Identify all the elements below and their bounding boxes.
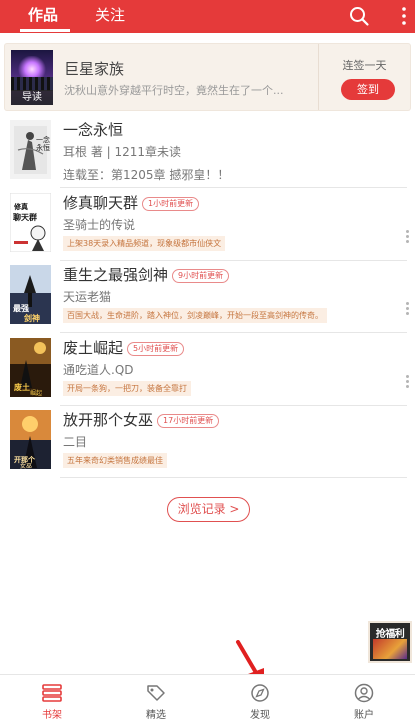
tab-following[interactable]: 关注 [95,0,125,33]
floating-promo-badge[interactable]: 抢福利 [368,621,412,663]
nav-discover[interactable]: 发现 [208,675,312,720]
book-title: 放开那个女巫 17小时前更新 [63,409,220,430]
svg-text:永恒: 永恒 [36,143,50,152]
tag-icon [147,685,165,701]
update-badge: 17小时前更新 [157,414,220,428]
book-promo: 开局一条狗，一把刀，装备全靠打 [63,381,191,396]
search-icon[interactable] [348,5,370,27]
book-cover[interactable]: 废土 崛起 [10,338,51,397]
nav-label: 发现 [250,710,270,720]
svg-text:废土: 废土 [14,382,30,392]
browse-history-button[interactable]: 浏览记录 > [167,497,250,522]
featured-book-banner[interactable]: 导读 巨星家族 沈秋山意外穿越平行时空，竟然生在了一个... 连签一天 签到 [5,44,410,110]
book-cover[interactable]: 最强 剑神 [10,265,51,324]
book-cover[interactable]: 修真 聊天群 [10,193,51,252]
checkin-streak-text: 连签一天 [342,59,387,72]
book-item[interactable]: 废土 崛起 废土崛起 5小时前更新 通吃道人.QD 开局一条狗，一把刀，装备全靠打 [0,334,415,406]
book-item[interactable]: 开那个 女巫 放开那个女巫 17小时前更新 二目 五年来奇幻类销售成绩最佳 [0,406,415,478]
svg-text:剑神: 剑神 [23,313,40,323]
more-vertical-icon[interactable] [393,5,415,27]
latest-chapter: 连载至：第1205章 撼邪皇！！ [63,168,230,182]
book-item[interactable]: 修真 聊天群 修真聊天群 1小时前更新 圣骑士的传说 上架38天录入精品频道，现象… [0,189,415,261]
svg-text:聊天群: 聊天群 [13,212,37,222]
book-title: 重生之最强剑神 9小时前更新 [63,264,230,285]
svg-text:女巫: 女巫 [20,462,32,469]
book-author: 天运老猫 [63,290,112,304]
bookshelf-icon [42,684,62,702]
svg-text:修真: 修真 [13,202,28,211]
promo-art [373,639,407,659]
svg-text:一念: 一念 [36,135,50,144]
active-tab-indicator [20,29,70,32]
book-author: 通吃道人.QD [63,363,134,377]
update-badge: 9小时前更新 [172,269,230,283]
nav-label: 精选 [146,710,166,720]
svg-text:崛起: 崛起 [30,389,42,397]
top-bar: 作品 关注 [0,0,415,33]
update-badge: 5小时前更新 [127,342,185,356]
divider [318,44,319,110]
divider [60,187,407,188]
promo-label: 抢福利 [375,629,405,640]
svg-text:最强: 最强 [13,303,29,313]
book-cover[interactable]: 一念 永恒 [10,120,51,179]
book-item[interactable]: 一念 永恒 一念永恒 耳根 著 | 1211章未读 连载至：第1205章 撼邪皇… [0,116,415,188]
more-options-icon[interactable] [404,375,410,390]
nav-featured[interactable]: 精选 [104,675,208,720]
book-author: 圣骑士的传说 [63,218,136,232]
book-author: 二目 [63,435,88,449]
book-promo: 五年来奇幻类销售成绩最佳 [63,453,167,468]
banner-title[interactable]: 巨星家族 [64,58,124,79]
divider [60,477,407,478]
update-badge: 1小时前更新 [142,197,200,211]
book-item[interactable]: 最强 剑神 重生之最强剑神 9小时前更新 天运老猫 百国大战，生命进阶，踏入神位，… [0,261,415,333]
cover-crowd [11,77,53,91]
divider [60,332,407,333]
banner-cover-image[interactable]: 导读 [11,50,53,105]
book-title: 修真聊天群 1小时前更新 [63,192,200,213]
book-title: 废土崛起 5小时前更新 [63,337,185,358]
book-cover[interactable]: 开那个 女巫 [10,410,51,469]
nav-account[interactable]: 账户 [312,675,415,720]
book-promo: 上架38天录入精品频道，现象级都市仙侠文 [63,236,226,251]
nav-label: 书架 [42,710,62,720]
banner-description: 沈秋山意外穿越平行时空，竟然生在了一个... [64,84,284,97]
nav-bookshelf[interactable]: 书架 [0,675,104,720]
book-promo: 百国大战，生命进阶，踏入神位，剑凌巅峰，开始一段至高剑神的传奇。 [63,308,327,323]
more-options-icon[interactable] [404,302,410,317]
cover-stage-light [17,56,47,78]
nav-label: 账户 [354,710,374,720]
more-options-icon[interactable] [404,230,410,245]
compass-icon [251,684,269,702]
user-icon [354,683,374,703]
book-author: 耳根 著 | 1211章未读 [63,145,182,159]
book-title: 一念永恒 [63,121,124,139]
guide-tag: 导读 [11,90,53,105]
bottom-navigation: 书架 精选 发现 账户 [0,674,415,720]
checkin-button[interactable]: 签到 [341,79,395,100]
